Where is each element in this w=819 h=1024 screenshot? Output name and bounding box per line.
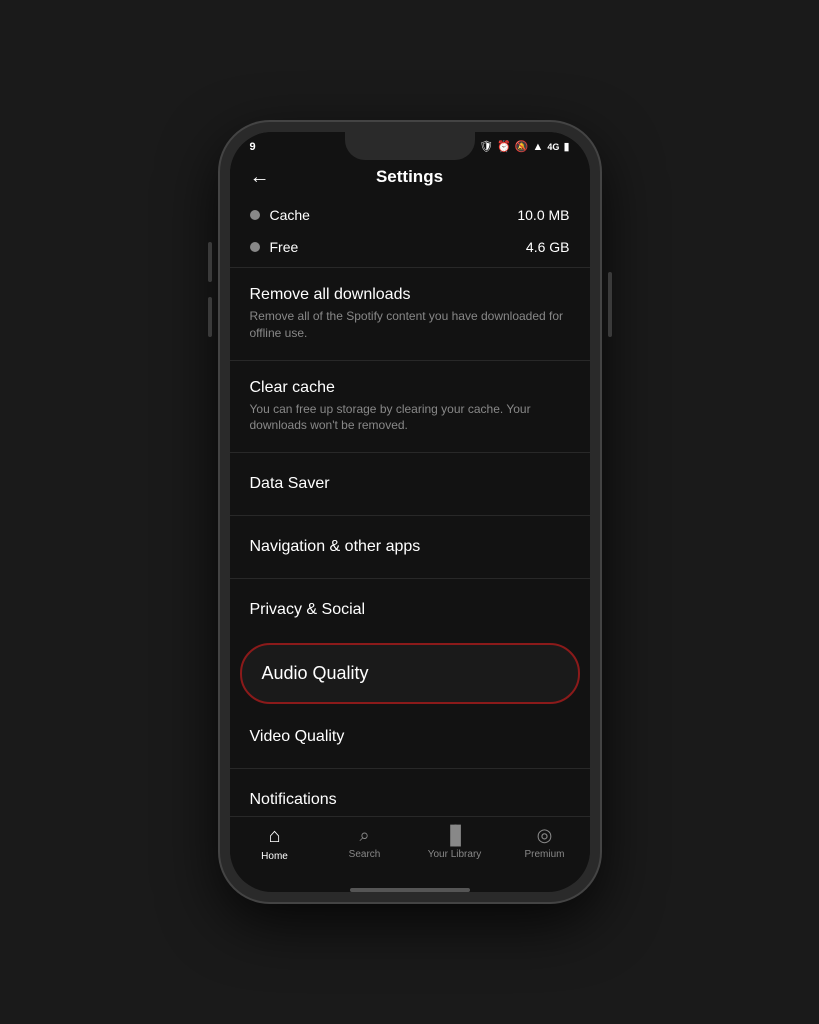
nav-search[interactable]: ⌕ Search — [320, 825, 410, 862]
divider-1 — [230, 267, 590, 268]
volume-down-button[interactable] — [208, 297, 212, 337]
navigation-title: Navigation & other apps — [250, 538, 570, 556]
divider-6 — [230, 768, 590, 769]
remove-downloads-title: Remove all downloads — [250, 286, 570, 304]
bottom-navigation: ⌂ Home ⌕ Search ▐▌ Your Library ◎ Premiu… — [230, 816, 590, 882]
battery-icon: ▮ — [563, 140, 569, 153]
divider-3 — [230, 452, 590, 453]
volume-up-button[interactable] — [208, 242, 212, 282]
free-label: Free — [270, 239, 516, 255]
cache-dot — [250, 210, 260, 220]
premium-label: Premium — [524, 849, 564, 860]
clear-cache-title: Clear cache — [250, 379, 570, 397]
navigation-item[interactable]: Navigation & other apps — [230, 520, 590, 574]
wifi-icon: ▲ — [533, 141, 544, 153]
remove-downloads-item[interactable]: Remove all downloads Remove all of the S… — [230, 272, 590, 356]
audio-quality-title: Audio Quality — [262, 663, 558, 684]
bell-icon: 🔕 — [515, 140, 529, 153]
phone-screen: 9 🛡 ⏰ 🔕 ▲ 4G ▮ ← Settings Cache 10.0 — [230, 132, 590, 892]
search-icon: ⌕ — [359, 825, 369, 846]
cache-item: Cache 10.0 MB — [250, 199, 570, 231]
free-value: 4.6 GB — [526, 239, 570, 255]
clear-cache-desc: You can free up storage by clearing your… — [250, 401, 570, 435]
remove-downloads-desc: Remove all of the Spotify content you ha… — [250, 308, 570, 342]
status-time: 9 — [250, 141, 256, 153]
home-indicator — [350, 888, 470, 892]
notifications-item[interactable]: Notifications — [230, 773, 590, 816]
library-label: Your Library — [428, 849, 482, 860]
header: ← Settings — [230, 157, 590, 199]
signal-icon: 4G — [547, 142, 559, 152]
video-quality-item[interactable]: Video Quality — [230, 710, 590, 764]
search-label: Search — [349, 849, 381, 860]
notch — [345, 132, 475, 160]
cache-label: Cache — [270, 207, 508, 223]
status-icons: 🛡 ⏰ 🔕 ▲ 4G ▮ — [479, 140, 569, 153]
settings-content[interactable]: Cache 10.0 MB Free 4.6 GB Remove all dow… — [230, 199, 590, 816]
storage-section: Cache 10.0 MB Free 4.6 GB — [230, 199, 590, 263]
power-button[interactable] — [608, 272, 612, 337]
home-icon: ⌂ — [268, 825, 280, 848]
nav-library[interactable]: ▐▌ Your Library — [410, 825, 500, 862]
library-icon: ▐▌ — [444, 825, 466, 846]
clear-cache-item[interactable]: Clear cache You can free up storage by c… — [230, 365, 590, 449]
cache-value: 10.0 MB — [517, 207, 569, 223]
shield-icon: 🛡 — [479, 140, 493, 153]
free-dot — [250, 242, 260, 252]
nav-premium[interactable]: ◎ Premium — [500, 825, 590, 862]
phone-frame: 9 🛡 ⏰ 🔕 ▲ 4G ▮ ← Settings Cache 10.0 — [220, 122, 600, 902]
free-item: Free 4.6 GB — [250, 231, 570, 263]
data-saver-item[interactable]: Data Saver — [230, 457, 590, 511]
back-button[interactable]: ← — [250, 166, 270, 189]
privacy-title: Privacy & Social — [250, 601, 570, 619]
data-saver-title: Data Saver — [250, 475, 570, 493]
page-title: Settings — [376, 167, 443, 187]
notifications-title: Notifications — [250, 791, 570, 809]
audio-quality-item[interactable]: Audio Quality — [240, 643, 580, 704]
divider-2 — [230, 360, 590, 361]
home-label: Home — [261, 851, 288, 862]
divider-4 — [230, 515, 590, 516]
alarm-icon: ⏰ — [497, 140, 511, 153]
privacy-item[interactable]: Privacy & Social — [230, 583, 590, 637]
premium-icon: ◎ — [537, 825, 553, 846]
nav-home[interactable]: ⌂ Home — [230, 825, 320, 862]
divider-5 — [230, 578, 590, 579]
video-quality-title: Video Quality — [250, 728, 570, 746]
